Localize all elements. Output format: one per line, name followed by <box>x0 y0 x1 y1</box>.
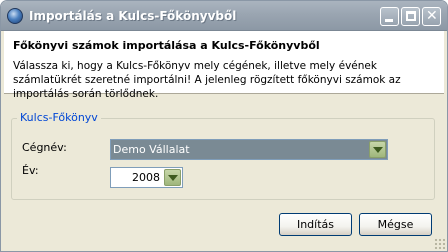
import-dialog: Importálás a Kulcs-Főkönyvből ✕ Főkönyvi… <box>0 0 448 252</box>
window-title: Importálás a Kulcs-Főkönyvből <box>29 9 237 23</box>
year-select-value: 2008 <box>132 171 160 184</box>
groupbox-legend: Kulcs-Főkönyv <box>17 111 101 124</box>
chevron-down-icon <box>168 175 178 181</box>
start-button[interactable]: Indítás <box>279 213 352 236</box>
title-bar[interactable]: Importálás a Kulcs-Főkönyvből ✕ <box>1 1 447 31</box>
company-select-value: Demo Vállalat <box>113 143 190 156</box>
app-icon <box>7 8 23 24</box>
company-label: Cégnév: <box>22 141 67 154</box>
maximize-icon <box>406 11 416 21</box>
year-dropdown-button[interactable] <box>164 169 181 186</box>
header-panel: Főkönyvi számok importálása a Kulcs-Főkö… <box>4 31 444 100</box>
company-select[interactable]: Demo Vállalat <box>110 139 388 160</box>
year-select[interactable]: 2008 <box>110 167 183 188</box>
maximize-button[interactable] <box>401 7 420 26</box>
resize-grip[interactable] <box>434 238 445 249</box>
year-label: Év: <box>22 164 39 177</box>
cancel-button[interactable]: Mégse <box>359 213 432 236</box>
minimize-button[interactable] <box>380 7 399 26</box>
minimize-icon <box>385 19 393 22</box>
company-dropdown-button[interactable] <box>369 141 386 158</box>
header-title: Főkönyvi számok importálása a Kulcs-Főkö… <box>13 39 320 52</box>
close-icon: ✕ <box>426 8 438 24</box>
header-description: Válassza ki, hogy a Kulcs-Főkönyv mely c… <box>13 60 401 100</box>
close-button[interactable]: ✕ <box>422 7 441 26</box>
chevron-down-icon <box>373 147 383 153</box>
